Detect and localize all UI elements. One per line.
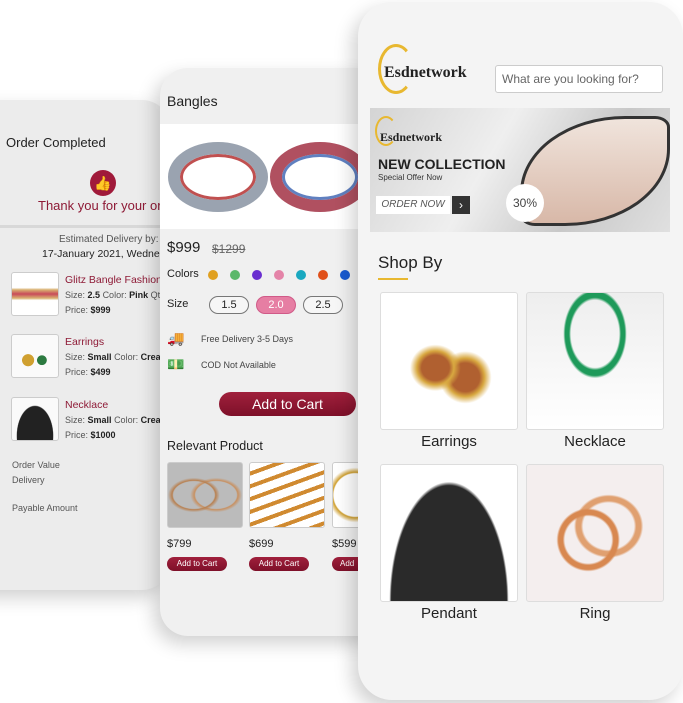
color-swatch[interactable]: [340, 270, 350, 280]
product-thumbnail: [167, 462, 243, 528]
home-screen: Esdnetwork What are you looking for? Esd…: [358, 2, 683, 700]
banner-headline: NEW COLLECTION: [378, 156, 506, 172]
earrings-thumbnail: [11, 334, 59, 378]
size-label: Size: [167, 298, 189, 310]
category-label: Earrings: [421, 433, 477, 450]
banner-logo: Esdnetwork: [380, 130, 443, 144]
divider: [0, 225, 170, 228]
product-price: $599: [332, 538, 357, 550]
color-swatch[interactable]: [318, 270, 328, 280]
product-price: $699: [249, 538, 274, 550]
shop-by-title: Shop By: [378, 253, 443, 272]
thumbs-up-icon: 👍: [90, 170, 116, 196]
item-name: Earrings: [65, 336, 105, 348]
order-completed-screen: Order Completed 👍 Thank you for your ord…: [0, 100, 170, 590]
item-price: Price: $1000: [65, 430, 116, 440]
category-label: Ring: [579, 605, 611, 622]
product-thumbnail: [249, 462, 325, 528]
screen-title: Order Completed: [6, 135, 106, 150]
search-input[interactable]: What are you looking for?: [495, 65, 663, 93]
necklace-image: [526, 292, 664, 430]
price: $999: [167, 239, 201, 256]
estimated-label: Estimated Delivery by:: [59, 234, 159, 245]
payable-amount-label: Payable Amount: [12, 503, 78, 513]
category-label: Pendant: [421, 605, 477, 622]
screen-title: Bangles: [167, 93, 218, 109]
product-detail-screen: Bangles $999 $1299 Colors Size 1.5 2.0 2…: [160, 68, 390, 636]
color-swatch[interactable]: [208, 270, 218, 280]
ring-image: [526, 464, 664, 602]
size-option[interactable]: 2.5: [303, 296, 343, 314]
add-to-cart-button[interactable]: Add to Cart: [167, 557, 227, 571]
color-swatch[interactable]: [296, 270, 306, 280]
item-attrs: Size: Small Color: Crear: [65, 352, 165, 362]
title-underline: [378, 278, 408, 280]
category-label: Necklace: [564, 433, 626, 450]
color-swatch[interactable]: [252, 270, 262, 280]
item-name: Necklace: [65, 399, 109, 411]
cash-icon: 💵: [167, 356, 185, 372]
relevant-title: Relevant Product: [167, 439, 263, 453]
earrings-image: [380, 292, 518, 430]
add-to-cart-button[interactable]: Add to Cart: [249, 557, 309, 571]
item-attrs: Size: 2.5 Color: Pink Qt: [65, 290, 161, 300]
banner-subline: Special Offer Now: [378, 173, 443, 182]
promo-banner[interactable]: Esdnetwork NEW COLLECTION Special Offer …: [370, 108, 670, 232]
thank-you-message: Thank you for your ord: [38, 198, 169, 213]
add-to-cart-button[interactable]: Add to Cart: [219, 392, 356, 416]
color-swatch[interactable]: [230, 270, 240, 280]
item-attrs: Size: Small Color: Crear: [65, 415, 165, 425]
estimated-date: 17-January 2021, Wednesd: [42, 248, 170, 260]
truck-icon: 🚚: [167, 330, 185, 346]
logo: Esdnetwork: [384, 64, 467, 81]
color-swatch[interactable]: [274, 270, 284, 280]
delivery-label: Delivery: [12, 475, 45, 485]
item-name: Glitz Bangle Fashion: [65, 274, 162, 286]
old-price: $1299: [212, 242, 246, 256]
product-price: $799: [167, 538, 192, 550]
delivery-info: Free Delivery 3-5 Days: [201, 334, 294, 344]
chevron-right-icon[interactable]: ›: [452, 196, 470, 214]
colors-label: Colors: [167, 268, 199, 280]
product-image: [160, 124, 390, 229]
size-option-selected[interactable]: 2.0: [256, 296, 296, 314]
item-price: Price: $499: [65, 367, 111, 377]
bangle-thumbnail: [11, 272, 59, 316]
order-value-label: Order Value: [12, 460, 60, 470]
cod-info: COD Not Available: [201, 360, 276, 370]
order-now-button[interactable]: ORDER NOW: [376, 196, 450, 214]
discount-badge: 30%: [506, 184, 544, 222]
item-price: Price: $999: [65, 305, 111, 315]
size-option[interactable]: 1.5: [209, 296, 249, 314]
pendant-image: [380, 464, 518, 602]
necklace-thumbnail: [11, 397, 59, 441]
